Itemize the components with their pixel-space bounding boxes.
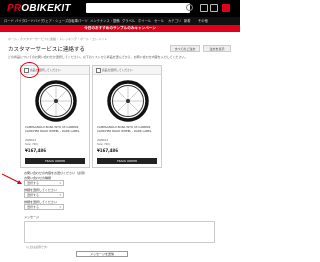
track-order-button[interactable]: TRACK ORDER [25,158,85,164]
search-input[interactable] [86,3,190,13]
product-size: Size: 700c [97,143,111,146]
site-header: PROBIKEKIT [0,0,240,17]
chevron-down-icon: ▾ [59,205,61,209]
nav-item[interactable]: ホイール [138,18,151,23]
product-select-checkbox[interactable] [96,68,101,73]
product-card[interactable]: 商品を選択してください CAMPAGNOLO BORA WTO 45 CARBO… [92,65,162,168]
nav-item[interactable]: 自転車パーツ [68,18,88,23]
product-card-header-label: 商品を選択してください [102,68,133,72]
required-note: （入力は必須です） [24,245,50,249]
promo-banner[interactable]: 今日のおすすめのサンプルのみキャンペーン [0,25,240,32]
nav-item[interactable]: ロード バイク [4,18,25,23]
wishlist-icon[interactable] [210,4,218,12]
annotation-arrow-icon [1,173,22,184]
instruction-text: どの商品についてのお問い合わせか選択してください。以下のリストから商品を選んでか… [8,55,188,59]
nav-item[interactable]: その他 [198,18,208,23]
detail-select-1[interactable]: 選択する ▾ [24,192,64,198]
breadcrumb[interactable]: ホーム › カスタマーサービスに連絡 › トレッキング・ポール・エレメント [8,37,107,41]
search-icon[interactable] [186,4,193,11]
chevron-down-icon: ▾ [59,181,61,185]
product-card-header: 商品を選択してください [93,66,161,75]
logo-text: BIKEKIT [29,3,71,14]
chevron-down-icon: ▾ [59,193,61,197]
nav-item[interactable]: ロードバイク [24,18,44,23]
product-size: Size: 700c [25,143,39,146]
nav-item[interactable]: グラベル [122,18,135,23]
product-sku: 2WBR12 [97,139,109,142]
nav-item[interactable]: カテゴリ [168,18,181,23]
product-name: CAMPAGNOLO BORA WTO 45 CARBON CLINCHER R… [25,125,80,133]
wheel-image [107,80,149,122]
message-label: メッセージ [24,215,39,219]
cart-icon[interactable] [222,4,230,12]
site-logo[interactable]: PROBIKEKIT [7,3,71,14]
detail-select-2[interactable]: 選択する ▾ [24,204,64,210]
product-card[interactable]: 商品を選択してください CAMPAGNOLO BORA WTO 45 CARBO… [20,65,90,168]
product-price: ¥167,486 [25,148,47,153]
detail-select-2-value: 選択する [27,205,40,209]
detail-select-1-value: 選択する [27,193,40,197]
product-name: CAMPAGNOLO BORA WTO 45 CARBON CLINCHER R… [97,125,152,133]
submit-button[interactable]: メッセージを送信 [76,251,128,257]
nav-item[interactable]: 新着 [184,18,191,23]
highlight-circle [20,62,39,78]
message-textarea[interactable] [24,221,215,243]
nav-item[interactable]: セール [154,18,164,23]
account-icon[interactable] [200,4,208,12]
product-sku: 2WBR12 [25,139,37,142]
wheel-image [35,80,77,122]
all-orders-button[interactable]: すべてのご注文 [170,45,200,52]
main-nav: ロード バイク ロードバイク ウェア・シューズ 自転車パーツ メンテナンス・整備… [0,17,240,25]
page-title: カスタマーサービスに連絡する [8,47,85,53]
question-label: お問い合わせの内容をお選びください（必須） [24,171,88,175]
logo-mark: PR [7,3,22,14]
inquiry-type-value: 選択する [27,181,40,185]
nav-item[interactable]: メンテナンス・整備 [90,18,120,23]
view-order-button[interactable]: 注文を表示 [203,45,231,52]
nav-item[interactable]: ウェア・シューズ [42,18,68,23]
track-order-button[interactable]: TRACK ORDER [97,158,157,164]
inquiry-type-select[interactable]: 選択する ▾ [24,180,64,186]
product-price: ¥167,486 [97,148,119,153]
